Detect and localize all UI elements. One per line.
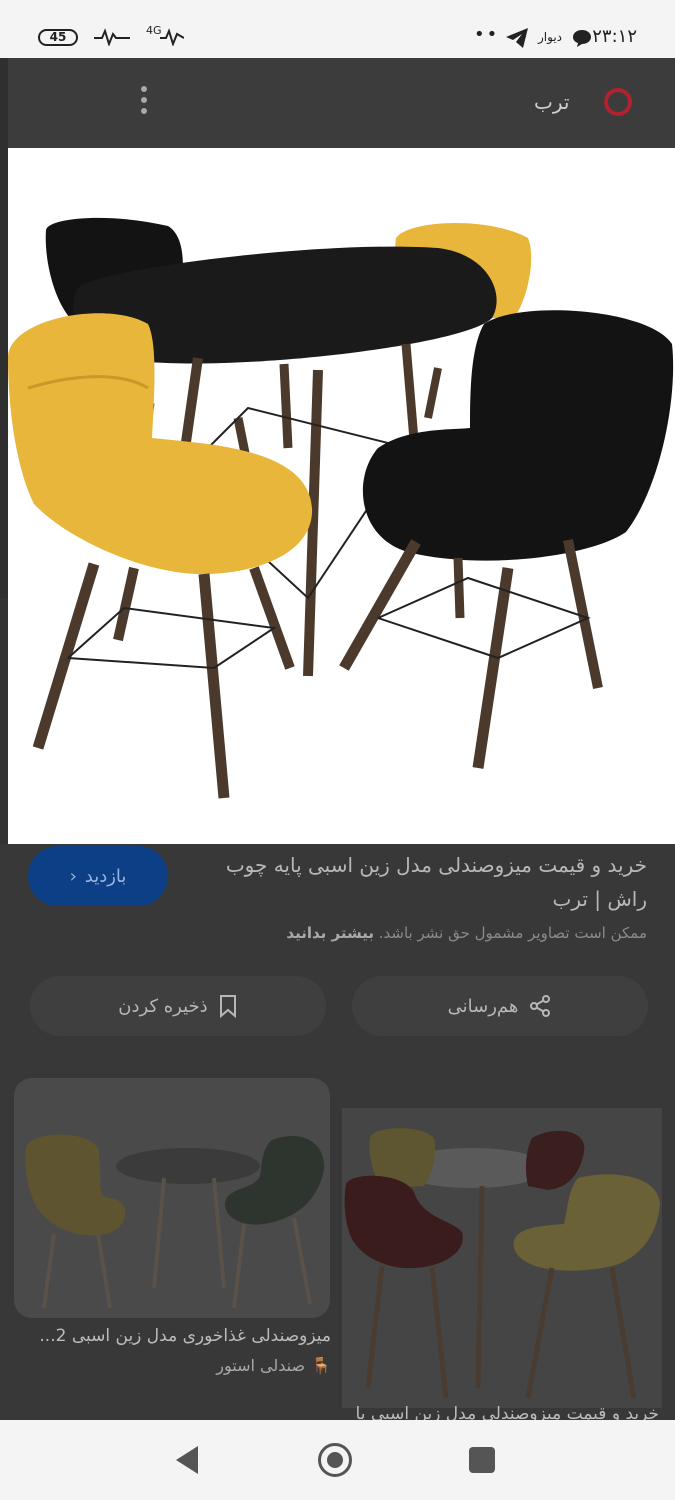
signal-icon: [160, 28, 184, 46]
share-label: هم‌رسانی: [447, 995, 519, 1017]
related-source-1: 🪑 صندلی استور: [13, 1356, 331, 1375]
save-label: ذخیره کردن: [118, 995, 208, 1017]
back-icon[interactable]: [176, 1446, 198, 1474]
chevron-left-icon: ‹: [69, 865, 77, 887]
chat-bubble-icon: [573, 30, 591, 47]
related-image-2[interactable]: [342, 1108, 662, 1408]
share-icon: [530, 995, 551, 1017]
product-image[interactable]: [8, 148, 675, 844]
related-image-1[interactable]: [14, 1078, 330, 1318]
brand-name: ترب: [534, 90, 570, 114]
related-source-label: صندلی استور: [216, 1356, 306, 1375]
home-icon[interactable]: [318, 1443, 352, 1477]
battery-indicator: 45: [38, 29, 78, 46]
table-chairs-illustration: [8, 217, 674, 799]
visit-label: بازدید: [84, 865, 127, 887]
related-title-1[interactable]: میزوصندلی غذاخوری مدل زین اسبی 2...: [13, 1326, 331, 1346]
recent-apps-icon[interactable]: [469, 1447, 495, 1473]
armchair-icon: 🪑: [311, 1356, 331, 1375]
related-title-2[interactable]: خرید و قیمت میزوصندلی مدل زین اسبی پا: [341, 1404, 659, 1420]
more-options-icon[interactable]: [138, 86, 150, 120]
save-button[interactable]: ذخیره کردن: [30, 976, 326, 1036]
status-bar: 45 4G •• دیوار ۲۳:۱۲: [0, 0, 675, 58]
copyright-text: ممکن است تصاویر مشمول حق نشر باشد.: [378, 924, 647, 942]
learn-more-link[interactable]: بیشتر بدانید: [286, 924, 374, 942]
chair-black-front: [339, 310, 674, 769]
brand-logo[interactable]: [604, 88, 632, 116]
scroll-edge: [0, 58, 8, 598]
telegram-icon: [506, 28, 528, 48]
chair-yellow-front: [8, 313, 313, 799]
status-time: ۲۳:۱۲: [592, 26, 637, 47]
related-illustration-1: [25, 1134, 325, 1309]
bookmark-icon: [219, 995, 236, 1018]
share-button[interactable]: هم‌رسانی: [352, 976, 648, 1036]
product-title[interactable]: خرید و قیمت میزوصندلی مدل زین اسبی پایه …: [187, 848, 647, 916]
activity-icon: [94, 28, 130, 46]
status-dots: ••: [474, 24, 500, 45]
related-illustration-2: [344, 1128, 660, 1399]
visit-button[interactable]: بازدید ‹: [28, 846, 168, 906]
status-app-name: دیوار: [538, 30, 563, 44]
copyright-note: ممکن است تصاویر مشمول حق نشر باشد. بیشتر…: [227, 924, 647, 942]
app-header: [0, 58, 675, 598]
